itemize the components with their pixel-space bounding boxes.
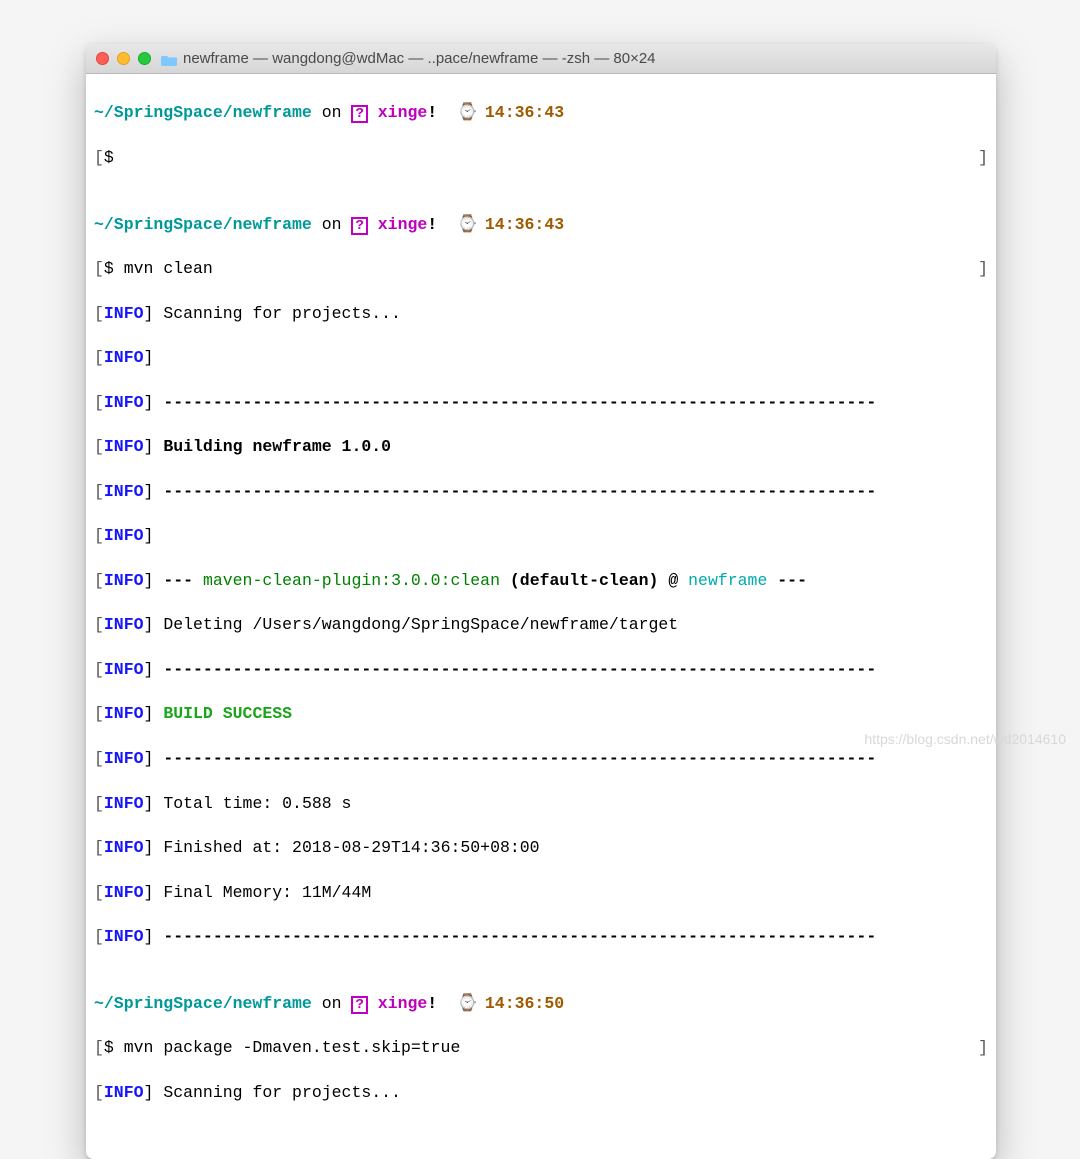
watermark: https://blog.csdn.net/wd2014610: [864, 731, 1066, 747]
prompt-line: ~/SpringSpace/newframe on ? xinge! ⌚ 14:…: [94, 102, 988, 124]
build-target: Building newframe 1.0.0: [153, 436, 391, 458]
log-line: [INFO] ---------------------------------…: [94, 392, 988, 414]
command-line: [$ mvn clean]: [94, 258, 988, 280]
terminal-body[interactable]: ~/SpringSpace/newframe on ? xinge! ⌚ 14:…: [86, 74, 996, 1159]
folder-icon: [161, 53, 177, 65]
git-status-icon: ?: [351, 105, 367, 123]
plugin-name: maven-clean-plugin:3.0.0:clean: [203, 570, 500, 592]
git-status-icon: ?: [351, 996, 367, 1014]
minimize-icon[interactable]: [117, 52, 130, 65]
log-line: [INFO] Scanning for projects...: [94, 1082, 988, 1104]
log-line: [INFO] ---------------------------------…: [94, 481, 988, 503]
watch-icon: ⌚: [457, 214, 475, 236]
log-line: [INFO] Total time: 0.588 s: [94, 793, 988, 815]
maximize-icon[interactable]: [138, 52, 151, 65]
log-line: [INFO] Final Memory: 11M/44M: [94, 882, 988, 904]
command-line: [$ ]: [94, 147, 988, 169]
watch-icon: ⌚: [457, 102, 475, 124]
log-level: INFO: [104, 303, 144, 325]
log-line: [INFO] Deleting /Users/wangdong/SpringSp…: [94, 614, 988, 636]
command-text: $ mvn clean: [104, 258, 213, 280]
close-icon[interactable]: [96, 52, 109, 65]
git-status-icon: ?: [351, 217, 367, 235]
log-line: [INFO] Finished at: 2018-08-29T14:36:50+…: [94, 837, 988, 859]
git-branch: xinge: [378, 103, 428, 122]
build-success: BUILD SUCCESS: [153, 703, 292, 725]
prompt-time: 14:36:43: [485, 103, 564, 122]
log-line: [INFO] ---------------------------------…: [94, 926, 988, 948]
log-line: [INFO] Scanning for projects...: [94, 303, 988, 325]
log-line: [INFO] Building newframe 1.0.0: [94, 436, 988, 458]
command-line: [$ mvn package -Dmaven.test.skip=true]: [94, 1037, 988, 1059]
command-text: $ mvn package -Dmaven.test.skip=true: [104, 1037, 460, 1059]
log-line: [INFO] BUILD SUCCESS: [94, 703, 988, 725]
prompt-line: ~/SpringSpace/newframe on ? xinge! ⌚ 14:…: [94, 993, 988, 1015]
title-bar[interactable]: newframe — wangdong@wdMac — ..pace/newfr…: [86, 44, 996, 74]
traffic-lights: [96, 52, 151, 65]
log-line: [INFO]: [94, 347, 988, 369]
log-line: [INFO]: [94, 525, 988, 547]
window-title: newframe — wangdong@wdMac — ..pace/newfr…: [183, 50, 656, 67]
prompt-path: ~/SpringSpace/newframe: [94, 103, 312, 122]
log-line: [INFO] --- maven-clean-plugin:3.0.0:clea…: [94, 570, 988, 592]
terminal-window: newframe — wangdong@wdMac — ..pace/newfr…: [86, 44, 996, 1159]
log-line: [INFO] ---------------------------------…: [94, 748, 988, 770]
log-line: [INFO] ---------------------------------…: [94, 659, 988, 681]
artifact-name: newframe: [688, 570, 767, 592]
watch-icon: ⌚: [457, 993, 475, 1015]
prompt-line: ~/SpringSpace/newframe on ? xinge! ⌚ 14:…: [94, 214, 988, 236]
